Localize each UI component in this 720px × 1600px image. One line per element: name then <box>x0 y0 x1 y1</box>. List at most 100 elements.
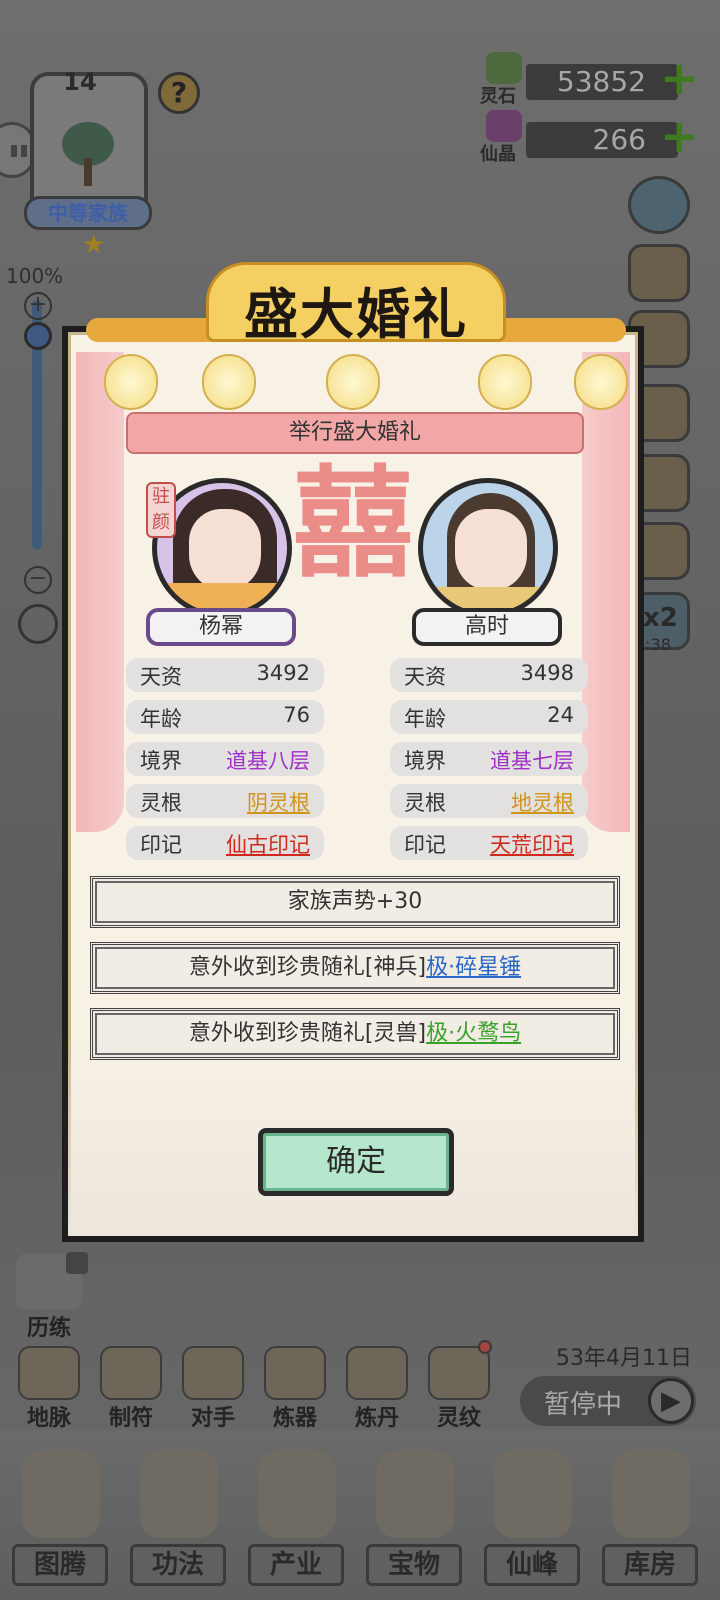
groom-stat-age: 年龄 24 <box>390 700 588 734</box>
double-happiness-decor: 囍 <box>293 455 413 594</box>
tool-label: 地脉 <box>26 1406 71 1431</box>
tool-spirit-pattern[interactable]: 灵纹 <box>424 1340 494 1431</box>
curtain-right <box>582 352 630 832</box>
lantern-icon <box>202 354 256 410</box>
curtain-left <box>76 352 124 832</box>
nav-skills[interactable]: 功法 <box>122 1446 234 1596</box>
zoom-out-button[interactable]: − <box>24 566 52 594</box>
lock-icon <box>66 1252 88 1274</box>
bride-stat-spirit-root[interactable]: 灵根 阴灵根 <box>126 784 324 818</box>
bride-stat-aptitude: 天资 3492 <box>126 658 324 692</box>
resource-value: 53852 <box>556 65 646 98</box>
family-level: 14 <box>63 68 97 96</box>
speed-multiplier: x2 <box>643 603 678 633</box>
training-label: 历练 <box>26 1316 71 1341</box>
family-badge[interactable]: 14 中等家族 ★ <box>14 62 152 260</box>
pause-status: 暂停中 <box>544 1390 623 1420</box>
pause-toggle[interactable]: 暂停中 ▶ <box>520 1376 696 1426</box>
talisman-icon <box>100 1346 162 1400</box>
tool-talisman[interactable]: 制符 <box>96 1346 166 1431</box>
bride-stat-realm: 境界 道基八层 <box>126 742 324 776</box>
resource-spirit-stone: 53852 灵石 + <box>480 52 700 107</box>
wedding-dialog: 举行盛大婚礼 囍 驻颜 杨幂 高时 天资 3492 年龄 76 境界 道基八层 灵根阴… <box>62 326 644 1242</box>
groom-stat-spirit-root[interactable]: 灵根 地灵根 <box>390 784 588 818</box>
scroll-icon[interactable] <box>628 244 690 302</box>
family-rank: 中等家族 <box>24 196 152 230</box>
tree-icon <box>62 122 114 186</box>
zoom-level: 100% <box>6 264 64 288</box>
industry-mountain-icon <box>258 1450 336 1538</box>
tool-earth-vein[interactable]: 地脉 <box>14 1346 84 1431</box>
groom-name: 高时 <box>412 608 562 646</box>
groom-stat-realm: 境界 道基七层 <box>390 742 588 776</box>
nav-label: 产业 <box>248 1544 344 1586</box>
skills-flame-icon <box>140 1450 218 1538</box>
youth-seal-badge: 驻颜 <box>146 482 176 538</box>
training-button[interactable]: 历练 <box>10 1252 88 1344</box>
bride-name: 杨幂 <box>146 608 296 646</box>
lantern-icon <box>326 354 380 410</box>
earth-vein-icon <box>18 1346 80 1400</box>
nav-industry[interactable]: 产业 <box>240 1446 352 1596</box>
help-button[interactable]: ? <box>158 72 200 114</box>
spirit-pattern-icon <box>428 1346 490 1400</box>
storage-bag-icon <box>612 1450 690 1538</box>
nav-label: 功法 <box>130 1544 226 1586</box>
lantern-icon <box>574 354 628 410</box>
tool-forging[interactable]: 炼器 <box>260 1346 330 1431</box>
tool-opponent[interactable]: 对手 <box>178 1346 248 1431</box>
lantern-icon <box>104 354 158 410</box>
bride-stat-mark[interactable]: 印记 仙古印记 <box>126 826 324 860</box>
nav-storage[interactable]: 库房 <box>594 1446 712 1596</box>
groom-avatar[interactable] <box>418 478 558 618</box>
resource-label: 仙晶 <box>480 144 516 165</box>
tool-alchemy[interactable]: 炼丹 <box>342 1346 412 1431</box>
resource-label: 灵石 <box>480 86 516 107</box>
nav-treasure[interactable]: 宝物 <box>358 1446 470 1596</box>
dialog-title: 盛大婚礼 <box>244 283 468 346</box>
spirit-stone-icon <box>486 52 522 84</box>
groom-stat-mark[interactable]: 印记 天荒印记 <box>390 826 588 860</box>
tool-label: 对手 <box>190 1406 235 1431</box>
groom-stat-aptitude: 天资 3498 <box>390 658 588 692</box>
zoom-in-button[interactable]: + <box>24 292 52 320</box>
game-date: 53年4月11日 <box>556 1346 692 1371</box>
immortal-crystal-icon <box>486 110 522 142</box>
zoom-slider-knob[interactable] <box>24 322 52 350</box>
resource-immortal-crystal: 266 仙晶 + <box>480 110 700 165</box>
result-prestige: 家族声势+30 <box>90 876 620 928</box>
add-spirit-stone-button[interactable]: + <box>660 55 700 101</box>
alchemy-cauldron-icon <box>346 1346 408 1400</box>
forging-scroll-icon <box>264 1346 326 1400</box>
nav-peak[interactable]: 仙峰 <box>476 1446 588 1596</box>
dialog-subtitle: 举行盛大婚礼 <box>126 412 584 454</box>
peak-icon <box>494 1450 572 1538</box>
gift-weapon-link[interactable]: 极·碎星锤 <box>426 955 521 980</box>
tool-label: 炼器 <box>272 1406 317 1431</box>
totem-icon <box>22 1450 100 1538</box>
resource-value: 266 <box>592 123 646 156</box>
bottom-nav: 图腾 功法 产业 宝物 仙峰 库房 <box>0 1430 720 1600</box>
add-immortal-crystal-button[interactable]: + <box>660 113 700 159</box>
lantern-icon <box>478 354 532 410</box>
tool-label: 炼丹 <box>354 1406 399 1431</box>
tool-label: 制符 <box>108 1406 153 1431</box>
result-gift-beast: 意外收到珍贵随礼[灵兽]极·火鹜鸟 <box>90 1008 620 1060</box>
bride-stat-age: 年龄 76 <box>126 700 324 734</box>
notification-dot <box>478 1340 492 1354</box>
result-gift-weapon: 意外收到珍贵随礼[神兵]极·碎星锤 <box>90 942 620 994</box>
tool-label: 灵纹 <box>436 1406 481 1431</box>
nav-label: 图腾 <box>12 1544 108 1586</box>
gift-beast-link[interactable]: 极·火鹜鸟 <box>426 1021 521 1046</box>
settings-gear-icon[interactable] <box>628 176 690 234</box>
confirm-button[interactable]: 确定 <box>258 1128 454 1196</box>
nav-label: 仙峰 <box>484 1544 580 1586</box>
nav-totem[interactable]: 图腾 <box>4 1446 116 1596</box>
nav-label: 库房 <box>602 1544 698 1586</box>
treasure-icon <box>376 1450 454 1538</box>
star-icon: ★ <box>82 230 106 260</box>
play-icon[interactable]: ▶ <box>648 1378 694 1424</box>
opponent-gate-icon <box>182 1346 244 1400</box>
nav-label: 宝物 <box>366 1544 462 1586</box>
locate-icon[interactable] <box>18 604 58 644</box>
